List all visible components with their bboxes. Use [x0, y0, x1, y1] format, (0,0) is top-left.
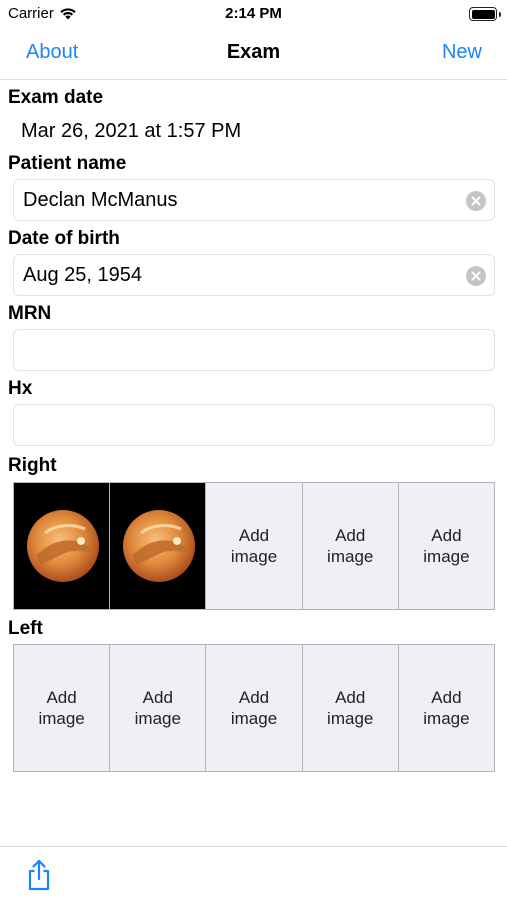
- mrn-label: MRN: [8, 303, 52, 324]
- add-image-label: Add image: [38, 688, 85, 728]
- add-image-label: Add image: [423, 526, 470, 566]
- add-image-label: Add image: [327, 526, 374, 566]
- clear-icon[interactable]: [466, 266, 486, 286]
- left-eye-image-row: Add image Add image Add image Add image …: [13, 644, 495, 772]
- fundus-image[interactable]: [110, 483, 207, 609]
- add-image-label: Add image: [230, 688, 278, 728]
- status-bar: Carrier 2:14 PM: [0, 0, 507, 30]
- fundus-photo: [26, 510, 99, 582]
- add-image-button[interactable]: Add image: [206, 483, 303, 609]
- add-image-button[interactable]: Add image: [302, 483, 399, 609]
- dob-field[interactable]: Aug 25, 1954: [13, 254, 495, 296]
- exam-date-label: Exam date: [8, 87, 104, 108]
- left-eye-label: Left: [8, 618, 43, 639]
- exam-date-value[interactable]: Mar 26, 2021 at 1:57 PM: [21, 120, 241, 143]
- add-image-label: Add image: [327, 688, 374, 728]
- add-image-button[interactable]: Add image: [398, 645, 495, 771]
- navigation-bar: About Exam New: [0, 30, 507, 80]
- add-image-button[interactable]: Add image: [302, 645, 399, 771]
- add-image-label: Add image: [134, 688, 181, 728]
- add-image-button[interactable]: Add image: [110, 645, 207, 771]
- clear-icon[interactable]: [466, 191, 486, 211]
- about-button[interactable]: About: [26, 41, 78, 64]
- patient-name-field[interactable]: Declan McManus: [13, 179, 495, 221]
- right-eye-image-row: Add image Add image Add image: [13, 482, 495, 610]
- patient-name-label: Patient name: [8, 153, 127, 174]
- fundus-photo: [122, 510, 195, 582]
- add-image-button[interactable]: Add image: [398, 483, 495, 609]
- mrn-field[interactable]: [13, 329, 495, 371]
- share-icon[interactable]: [26, 859, 52, 891]
- add-image-button[interactable]: Add image: [206, 645, 303, 771]
- patient-name-value: Declan McManus: [23, 189, 178, 211]
- hx-label: Hx: [8, 378, 33, 399]
- right-eye-label: Right: [8, 455, 57, 476]
- add-image-label: Add image: [230, 526, 278, 566]
- bottom-toolbar: [0, 846, 507, 900]
- hx-field[interactable]: [13, 404, 495, 446]
- dob-value: Aug 25, 1954: [23, 264, 142, 286]
- add-image-button[interactable]: Add image: [14, 645, 111, 771]
- battery-icon: [469, 7, 501, 21]
- dob-label: Date of birth: [8, 228, 120, 249]
- new-button[interactable]: New: [442, 41, 482, 64]
- fundus-image[interactable]: [14, 483, 111, 609]
- status-time: 2:14 PM: [225, 5, 282, 22]
- add-image-label: Add image: [423, 688, 470, 728]
